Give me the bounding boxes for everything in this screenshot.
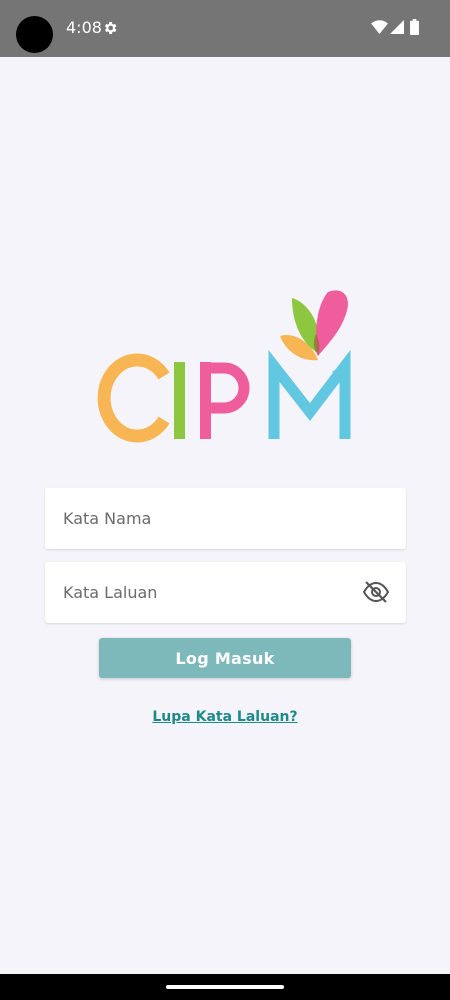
- logo-letter-i: [174, 362, 185, 439]
- settings-icon: [104, 22, 117, 34]
- logo-letter-c: [97, 353, 170, 443]
- status-time: 4:08: [66, 18, 102, 37]
- cipm-logo: [97, 290, 351, 443]
- logo-letter-m: [268, 349, 351, 439]
- signal-icon: [390, 20, 404, 34]
- camera-cutout: [16, 16, 53, 53]
- logo-letter-p-stem: [200, 362, 211, 439]
- password-input[interactable]: [45, 562, 406, 623]
- password-field[interactable]: [45, 562, 406, 623]
- eye-off-icon[interactable]: [362, 580, 390, 604]
- status-bar: 4:08: [0, 0, 450, 57]
- forgot-password-link[interactable]: Lupa Kata Laluan?: [0, 709, 450, 725]
- username-input[interactable]: [45, 488, 406, 549]
- login-button[interactable]: Log Masuk: [99, 638, 351, 678]
- logo-drop-pink: [316, 290, 348, 356]
- navigation-bar: [0, 974, 450, 1000]
- battery-icon: [410, 19, 419, 35]
- username-field[interactable]: [45, 488, 406, 549]
- home-handle[interactable]: [166, 985, 284, 989]
- wifi-icon: [371, 20, 388, 34]
